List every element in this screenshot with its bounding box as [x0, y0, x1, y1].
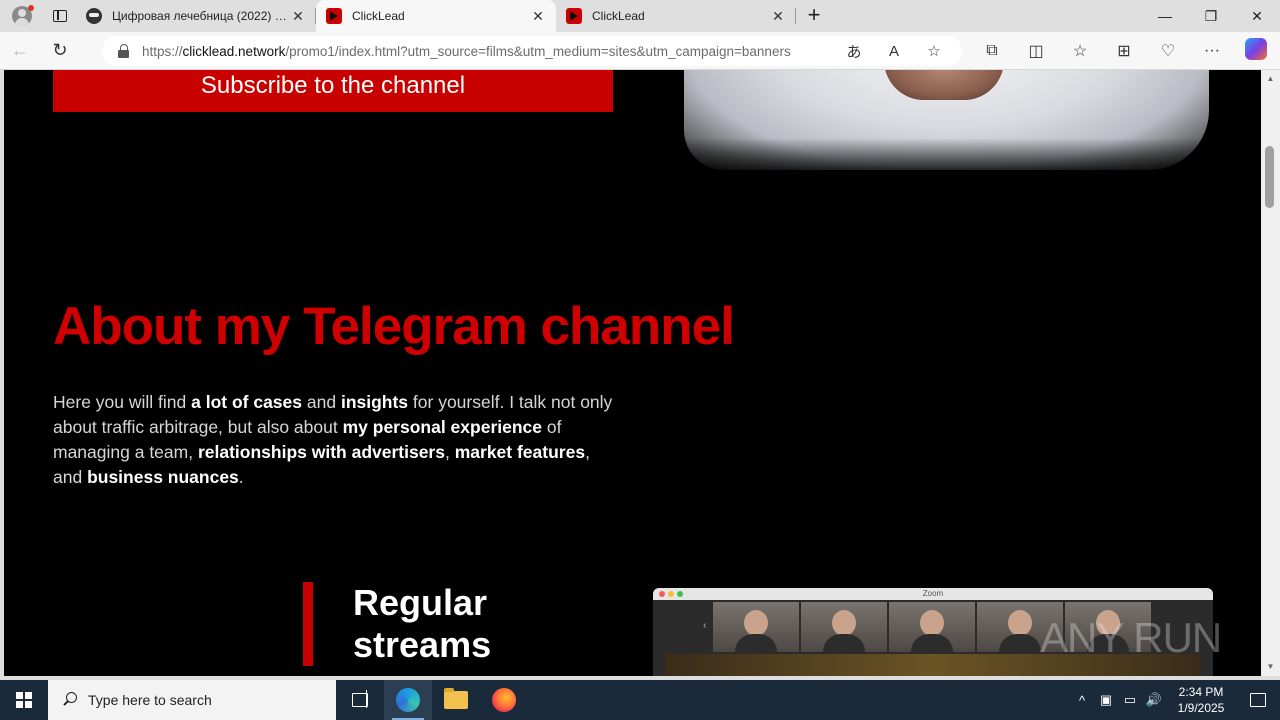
- scroll-down-icon[interactable]: ▼: [1261, 660, 1280, 674]
- clock-date: 1/9/2025: [1177, 701, 1225, 715]
- scrollbar-thumb[interactable]: [1265, 146, 1274, 208]
- firefox-button[interactable]: [480, 680, 528, 720]
- address-toolbar: ← ↻ https://clicklead.network/promo1/ind…: [0, 32, 1280, 70]
- back-button[interactable]: ←: [0, 32, 40, 70]
- extensions-icon[interactable]: ⧉: [970, 42, 1014, 60]
- tab-actions-button[interactable]: [44, 0, 76, 32]
- page-scrollbar[interactable]: ▲ ▼: [1261, 70, 1280, 676]
- start-button[interactable]: [0, 680, 48, 720]
- tab-title: ClickLead: [592, 9, 645, 23]
- tab-3[interactable]: ClickLead ✕: [556, 0, 796, 32]
- edge-icon: [396, 688, 420, 712]
- notification-dot: [28, 5, 34, 11]
- edge-taskbar-button[interactable]: [384, 680, 432, 720]
- clock[interactable]: 2:34 PM 1/9/2025: [1166, 684, 1236, 716]
- zoom-window-title: Zoom: [922, 589, 944, 598]
- device-icon[interactable]: ▣: [1094, 692, 1118, 708]
- refresh-button[interactable]: ↻: [40, 32, 80, 70]
- close-tab-icon[interactable]: ✕: [770, 8, 786, 24]
- read-aloud-icon[interactable]: A: [874, 43, 914, 60]
- participant-tile: [889, 602, 975, 652]
- windows-logo-icon: [16, 692, 32, 708]
- system-tray: ^ ▣ ▭ 🔊 2:34 PM 1/9/2025: [1070, 680, 1280, 720]
- search-icon: [62, 692, 78, 708]
- chevron-left-icon: ‹: [703, 620, 707, 631]
- browser-tools: ⧉ ◫ ☆ ⊞ ♡ ···: [970, 32, 1278, 70]
- scroll-up-icon[interactable]: ▲: [1261, 72, 1280, 86]
- streams-accent-bar: [303, 582, 313, 666]
- search-placeholder: Type here to search: [88, 692, 212, 708]
- url-path: /promo1/index.html?utm_source=films&utm_…: [285, 43, 791, 59]
- url-scheme: https://: [142, 43, 183, 59]
- notifications-button[interactable]: [1236, 680, 1280, 720]
- copilot-button[interactable]: [1234, 37, 1278, 65]
- section-title: About my Telegram channel: [53, 297, 735, 356]
- network-icon[interactable]: ▭: [1118, 692, 1142, 708]
- task-view-icon: [352, 690, 368, 708]
- browser-essentials-icon[interactable]: ♡: [1146, 41, 1190, 61]
- participant-tile: [801, 602, 887, 652]
- tab-1[interactable]: Цифровая лечебница (2022) смотреть ✕: [76, 0, 316, 32]
- close-tab-icon[interactable]: ✕: [530, 8, 546, 24]
- favorite-star-icon[interactable]: ☆: [914, 42, 954, 60]
- clock-time: 2:34 PM: [1178, 685, 1224, 699]
- window-controls: — ❐ ✕: [1142, 0, 1280, 32]
- notification-icon: [1250, 693, 1266, 707]
- taskbar-search[interactable]: Type here to search: [48, 680, 336, 720]
- file-explorer-button[interactable]: [432, 680, 480, 720]
- hero-photo: [684, 70, 1209, 178]
- task-view-button[interactable]: [336, 680, 384, 720]
- tab-title: ClickLead: [352, 9, 405, 23]
- subscribe-button[interactable]: Subscribe to the channel: [53, 70, 613, 112]
- chevron-up-icon[interactable]: ^: [1070, 693, 1094, 708]
- anyrun-watermark: ANY RUN: [1040, 614, 1222, 661]
- about-paragraph: Here you will find a lot of cases and in…: [53, 392, 613, 487]
- clicklead-favicon-icon: [566, 8, 582, 24]
- firefox-icon: [492, 688, 516, 712]
- clicklead-favicon-icon: [326, 8, 342, 24]
- more-menu-icon[interactable]: ···: [1190, 42, 1234, 60]
- new-tab-button[interactable]: +: [796, 0, 832, 32]
- split-screen-icon[interactable]: ◫: [1014, 41, 1058, 61]
- taskbar: Type here to search ^ ▣ ▭ 🔊 2:34 PM 1/9/…: [0, 680, 1280, 720]
- tab-actions-icon: [53, 10, 67, 22]
- favorites-icon[interactable]: ☆: [1058, 41, 1102, 61]
- tab-title: Цифровая лечебница (2022) смотреть: [112, 9, 290, 23]
- collections-icon[interactable]: ⊞: [1102, 41, 1146, 61]
- streams-heading: Regular streams: [353, 582, 492, 665]
- volume-icon[interactable]: 🔊: [1142, 692, 1166, 708]
- url-host: clicklead.network: [182, 43, 286, 59]
- restore-button[interactable]: ❐: [1188, 0, 1234, 32]
- copilot-icon: [1245, 37, 1267, 60]
- participant-tile: [713, 602, 799, 652]
- address-bar[interactable]: https://clicklead.network/promo1/index.h…: [102, 36, 962, 66]
- tab-2[interactable]: ClickLead ✕: [316, 0, 556, 32]
- page-viewport: Subscribe to the channel About my Telegr…: [4, 70, 1261, 676]
- close-window-button[interactable]: ✕: [1234, 0, 1280, 32]
- translate-icon[interactable]: あ: [834, 41, 874, 62]
- dr-favicon-icon: [86, 8, 102, 24]
- lock-icon[interactable]: [118, 44, 130, 58]
- minimize-button[interactable]: —: [1142, 0, 1188, 32]
- close-tab-icon[interactable]: ✕: [290, 8, 306, 24]
- profile-button[interactable]: [0, 0, 44, 32]
- folder-icon: [444, 688, 468, 709]
- tab-strip: Цифровая лечебница (2022) смотреть ✕ Cli…: [0, 0, 1280, 32]
